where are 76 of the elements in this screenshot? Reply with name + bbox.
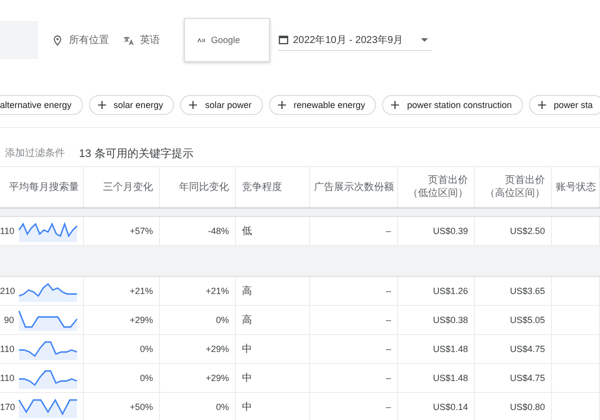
- column-header[interactable]: 年同比变化: [160, 167, 236, 207]
- table-cell: US$3.65: [510, 286, 545, 296]
- table-cell: 170: [0, 402, 14, 412]
- table-cell: 0%: [140, 344, 153, 354]
- sparkline-drawing: [18, 280, 78, 302]
- table-cell: +50%: [130, 402, 153, 412]
- column-header[interactable]: 账号状态: [552, 167, 600, 207]
- keyword-suggestion-chip[interactable]: renewable energy: [268, 95, 376, 115]
- table-cell: +21%: [130, 286, 153, 296]
- table-cell-text: 90: [2, 315, 14, 325]
- plus-icon: [278, 101, 286, 109]
- table-cell: 0%: [216, 315, 229, 325]
- table-cell: US$1.26: [432, 286, 468, 296]
- table-cell-text: 中: [242, 342, 252, 356]
- plus-icon: [538, 101, 546, 109]
- column-header[interactable]: 页首出价（高位区间）: [475, 167, 552, 207]
- table-cell: US$5.05: [510, 315, 545, 325]
- table-cell: US$0.38: [432, 315, 468, 325]
- keyword-suggestion-chip[interactable]: alternative energy: [0, 95, 83, 115]
- table-cell: US$0.39: [432, 226, 468, 236]
- table-cell: –: [386, 344, 391, 354]
- table-cell: US$0.14: [432, 402, 468, 412]
- table-cell: US$4.75: [510, 344, 545, 354]
- table-cell: –: [386, 315, 391, 325]
- network-selector[interactable]: Google: [184, 18, 270, 62]
- column-header[interactable]: 竞争程度: [236, 167, 310, 207]
- table-cell: 110: [0, 373, 14, 383]
- table-cell-text: 中: [242, 400, 252, 414]
- table-cell-text: 高: [242, 314, 252, 327]
- table-cell: –: [386, 226, 391, 236]
- plus-icon: [391, 101, 400, 109]
- column-header[interactable]: 广告展示次数份额: [310, 167, 398, 207]
- sparkline-drawing: [18, 220, 78, 242]
- calendar-icon: [278, 34, 289, 45]
- column-header[interactable]: 页首出价（低位区间）: [398, 167, 475, 207]
- network-icon: [197, 36, 207, 44]
- date-range-selector[interactable]: 2022年10月 - 2023年9月: [278, 30, 432, 50]
- table-cell: 0%: [140, 373, 153, 383]
- table-cell: –: [386, 402, 391, 412]
- plus-icon: [189, 101, 198, 109]
- caret-icon: [421, 38, 428, 42]
- keyword-suggestion-chip[interactable]: power station construction: [382, 95, 523, 115]
- table-cell: +29%: [206, 373, 229, 383]
- table-cell-text: 中: [242, 372, 252, 385]
- table-cell: US$1.48: [432, 373, 468, 383]
- table-cell: 0%: [216, 402, 229, 412]
- location-selector[interactable]: 所有位置: [69, 33, 109, 47]
- sparkline-drawing: [18, 396, 78, 418]
- table-cell: +29%: [206, 344, 229, 354]
- table-cell: US$1.48: [432, 344, 468, 354]
- keyword-suggestion-chip[interactable]: power sta: [528, 95, 600, 115]
- sparkline-drawing: [18, 309, 78, 331]
- suggestion-count: 13 条可用的关键字提示: [79, 146, 194, 160]
- table-cell: +21%: [206, 286, 229, 296]
- table-cell-text: 低: [242, 225, 252, 238]
- translate-icon: [123, 34, 134, 46]
- add-filter-link[interactable]: 添加过滤条件: [5, 146, 65, 160]
- keyword-suggestion-chip[interactable]: solar energy: [88, 95, 174, 115]
- table-cell: +57%: [130, 226, 153, 236]
- plus-icon: [98, 101, 106, 109]
- column-header[interactable]: 平均每月搜索量: [0, 167, 84, 207]
- table-cell: +29%: [130, 315, 153, 325]
- table-cell: –: [386, 373, 391, 383]
- table-cell: US$4.75: [510, 373, 545, 383]
- location-pin-icon: [52, 34, 63, 46]
- table-cell: US$2.50: [510, 226, 545, 236]
- language-selector[interactable]: 英语: [140, 33, 160, 47]
- column-header[interactable]: 三个月变化: [84, 167, 160, 207]
- table-cell: 110: [0, 226, 14, 236]
- table-cell: -48%: [208, 226, 229, 236]
- table-cell-text: 高: [242, 284, 252, 298]
- table-cell: 210: [0, 286, 14, 296]
- table-cell: US$0.80: [510, 402, 545, 412]
- table-cell: –: [386, 286, 391, 296]
- keyword-suggestion-chip[interactable]: solar power: [180, 95, 263, 115]
- table-cell: 110: [0, 344, 14, 354]
